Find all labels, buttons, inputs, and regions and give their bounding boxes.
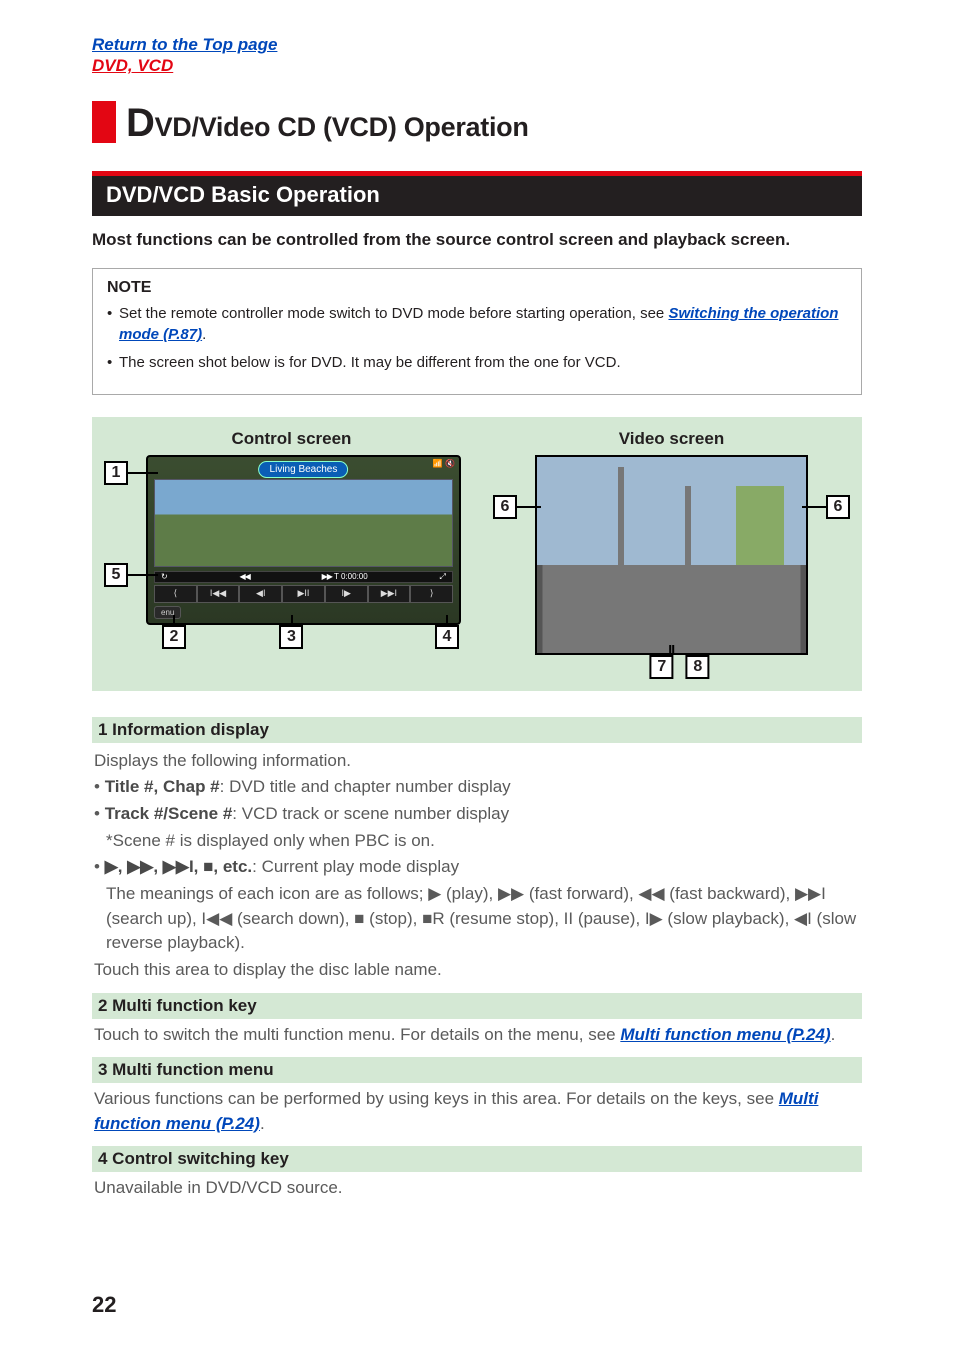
callout-badge-3: 3 [279,625,303,649]
callout-line [446,615,448,625]
callout-line [802,506,826,508]
control-screen-caption: Control screen [104,429,479,449]
function-row: ⟨ I◀◀ ◀I ▶II I▶ ▶▶I ⟩ [154,585,453,603]
note-item: The screen shot below is for DVD. It may… [107,352,847,374]
callout-badge-8: 8 [686,655,710,679]
callout-line [291,615,293,625]
title-accent [92,101,116,143]
video-road [537,565,806,653]
video-screen[interactable] [535,455,808,655]
video-building [736,486,784,564]
descriptions: 1 Information display Displays the follo… [92,717,862,1201]
loop-icon: ↻ [161,572,168,581]
desc-body-1: Displays the following information. • Ti… [92,743,862,983]
desc-body-4: Unavailable in DVD/VCD source. [92,1172,862,1201]
callout-line [517,506,541,508]
page-title: DVD/Video CD (VCD) Operation [92,101,862,143]
rewind-icon: ◀◀ [240,572,250,581]
fast-forward-icon: ▶▶ [322,572,332,581]
intro-text: Most functions can be controlled from th… [92,230,862,250]
callout-badge-4: 4 [435,625,459,649]
callout-badge-5: 5 [104,563,128,587]
screen-photo [154,479,453,567]
callout-line [128,472,158,474]
expand-icon: ⤢ [440,572,446,582]
desc-head-4: 4 Control switching key [92,1146,862,1172]
breadcrumb: Return to the Top page DVD, VCD [92,34,862,77]
desc-body-3: Various functions can be performed by us… [92,1083,862,1136]
callout-badge-6: 6 [826,495,850,519]
control-screen[interactable]: Living Beaches 📶 🔇 ↻ ◀◀ ▶▶ T 0:00:00 ⤢ ⟨… [146,455,461,625]
screen-titlebar: Living Beaches [259,461,349,478]
screen-statusbar: 📶 🔇 [433,459,455,468]
func-btn[interactable]: ⟩ [410,585,453,603]
figure-area: Control screen 1 5 Living Beaches 📶 🔇 ↻ [92,417,862,691]
note-item: Set the remote controller mode switch to… [107,303,847,347]
desc-head-3: 3 Multi function menu [92,1057,862,1083]
func-btn[interactable]: I▶ [325,585,368,603]
note-heading: NOTE [107,279,847,297]
section-heading: DVD/VCD Basic Operation [92,171,862,216]
callout-line [173,615,175,625]
video-pole [685,486,691,564]
menu-row: enu [154,605,453,621]
desc-body-2: Touch to switch the multi function menu.… [92,1019,862,1048]
meter-time: T 0:00:00 [334,572,368,581]
desc-head-2: 2 Multi function key [92,993,862,1019]
callout-badge-7: 7 [650,655,674,679]
video-screen-caption: Video screen [493,429,850,449]
callout-line [673,645,675,655]
video-pole [618,467,624,565]
menu-chip[interactable]: enu [154,606,181,619]
return-top-link[interactable]: Return to the Top page [92,35,277,54]
callout-line [128,574,158,576]
func-btn[interactable]: ◀I [239,585,282,603]
section-link[interactable]: DVD, VCD [92,56,173,75]
callout-badge-2: 2 [162,625,186,649]
title-rest: VD/Video CD (VCD) Operation [155,112,529,142]
desc-head-1: 1 Information display [92,717,862,743]
title-big-d: D [126,101,155,145]
callout-badge-1: 1 [104,461,128,485]
func-btn[interactable]: ▶▶I [368,585,411,603]
func-btn[interactable]: ▶II [282,585,325,603]
callout-line [670,645,672,655]
func-btn[interactable]: I◀◀ [197,585,240,603]
callout-badge-6: 6 [493,495,517,519]
page-number: 22 [92,1292,116,1318]
func-btn[interactable]: ⟨ [154,585,197,603]
note-box: NOTE Set the remote controller mode swit… [92,268,862,395]
screen-meter: ↻ ◀◀ ▶▶ T 0:00:00 ⤢ [154,571,453,583]
link-multi-function-menu[interactable]: Multi function menu (P.24) [620,1025,830,1044]
